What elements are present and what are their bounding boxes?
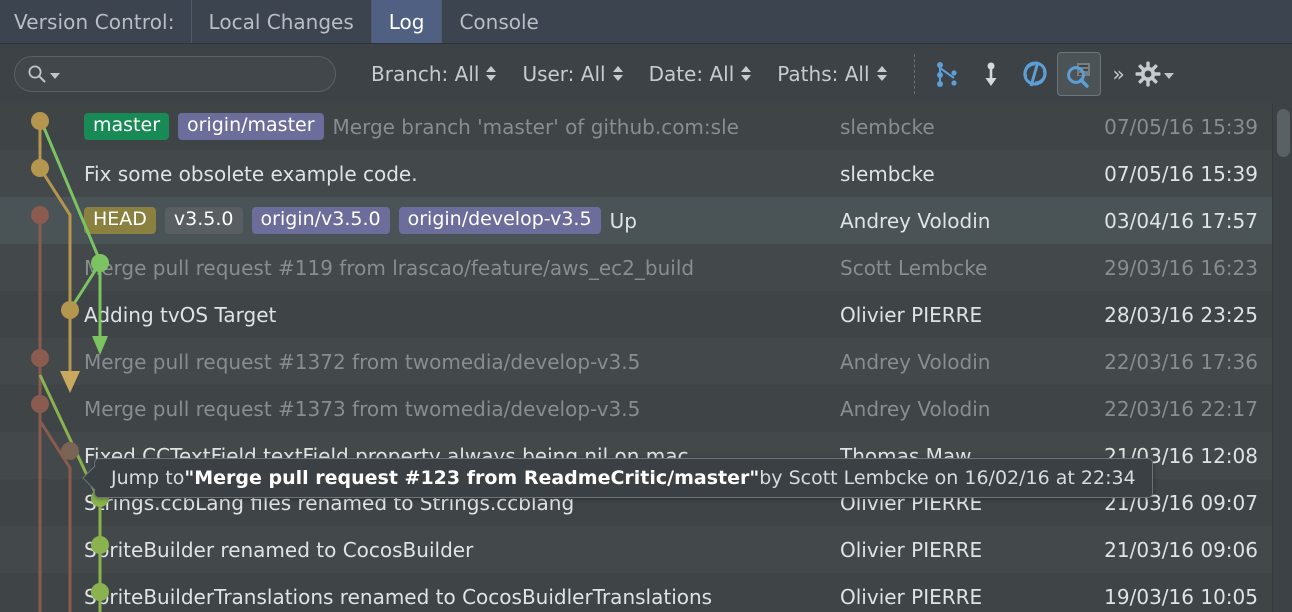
table-row[interactable]: SpriteBuilderTranslations renamed to Coc… bbox=[0, 573, 1292, 612]
tab-local-changes[interactable]: Local Changes bbox=[192, 0, 372, 43]
commit-date-cell: 21/03/16 09:06 bbox=[1104, 537, 1258, 562]
commit-author-cell: Olivier PIERRE bbox=[840, 537, 983, 562]
updown-arrows-icon[interactable] bbox=[486, 66, 497, 81]
commit-date-cell: 03/04/16 17:57 bbox=[1104, 208, 1258, 233]
filter-date-label: Date: All bbox=[648, 61, 735, 86]
tooltip-commit-subject: "Merge pull request #123 from ReadmeCrit… bbox=[184, 467, 760, 489]
filter-branch[interactable]: Branch: All bbox=[358, 62, 509, 86]
commit-list[interactable]: master origin/master Merge branch 'master'… bbox=[0, 103, 1292, 612]
updown-arrows-icon[interactable] bbox=[876, 66, 887, 81]
chevron-down-icon[interactable] bbox=[1163, 72, 1174, 79]
filter-paths[interactable]: Paths: All bbox=[764, 62, 899, 86]
ref-badge[interactable]: origin/master bbox=[178, 112, 324, 141]
search-icon[interactable] bbox=[27, 64, 60, 84]
filter-paths-label: Paths: All bbox=[777, 61, 870, 86]
gear-icon bbox=[1135, 61, 1161, 86]
table-row[interactable]: Merge pull request #1373 from twomedia/d… bbox=[0, 385, 1292, 432]
filter-user-label: User: All bbox=[522, 61, 606, 86]
commit-author-cell: Olivier PIERRE bbox=[840, 302, 983, 327]
updown-arrows-icon[interactable] bbox=[612, 66, 623, 81]
table-row[interactable]: Adding tvOS Target Olivier PIERRE 28/03/16… bbox=[0, 291, 1292, 338]
tool-window-title: Version Control: bbox=[0, 0, 192, 43]
commit-author-cell: Andrey Volodin bbox=[840, 208, 991, 233]
commit-subject-text: Merge pull request #1373 from twomedia/d… bbox=[84, 396, 641, 421]
table-row[interactable]: Fix some obsolete example code. slembcke 0… bbox=[0, 150, 1292, 197]
ref-badge[interactable]: v3.5.0 bbox=[164, 206, 243, 235]
toolbar-overflow-button[interactable]: » bbox=[1101, 62, 1135, 86]
commit-date-cell: 22/03/16 17:36 bbox=[1104, 349, 1258, 374]
scrollbar-thumb[interactable] bbox=[1277, 109, 1290, 157]
commit-subject-text: SpriteBuilderTranslations renamed to Coc… bbox=[84, 584, 713, 609]
tool-window-tabbar: Version Control: Local Changes Log Conso… bbox=[0, 0, 1292, 44]
down-arrow-glyph bbox=[985, 62, 997, 86]
ref-badge[interactable]: origin/v3.5.0 bbox=[251, 206, 390, 235]
inspect-details-glyph bbox=[1066, 62, 1090, 88]
commit-subject-text: Merge branch 'master' of github.com:sle bbox=[332, 114, 739, 139]
collapse-graph-icon[interactable] bbox=[925, 52, 969, 96]
table-row[interactable]: HEAD v3.5.0 origin/v3.5.0 origin/develop-v3… bbox=[0, 197, 1292, 244]
filter-branch-label: Branch: All bbox=[371, 61, 480, 86]
tab-console[interactable]: Console bbox=[442, 0, 555, 43]
commit-date-cell: 22/03/16 22:17 bbox=[1104, 396, 1258, 421]
commit-subject-cell: Adding tvOS Target bbox=[84, 303, 830, 327]
ref-badge[interactable]: HEAD bbox=[84, 206, 156, 235]
commit-subject-text: Adding tvOS Target bbox=[84, 302, 277, 327]
jump-to-commit-tooltip: Jump to "Merge pull request #123 from Re… bbox=[82, 458, 1153, 498]
tooltip-suffix: by Scott Lembcke on 16/02/16 at 22:34 bbox=[759, 467, 1136, 489]
commit-subject-cell: HEAD v3.5.0 origin/v3.5.0 origin/develop-v3… bbox=[84, 206, 830, 235]
ref-badge[interactable]: origin/develop-v3.5 bbox=[398, 206, 601, 235]
filter-date[interactable]: Date: All bbox=[636, 62, 765, 86]
commit-author-cell: Scott Lembcke bbox=[840, 255, 988, 280]
commit-author-cell: Andrey Volodin bbox=[840, 349, 991, 374]
show-details-icon[interactable] bbox=[1056, 51, 1101, 96]
tooltip-prefix: Jump to bbox=[111, 467, 185, 489]
table-row[interactable]: Merge pull request #1372 from twomedia/d… bbox=[0, 338, 1292, 385]
commit-author-cell: slembcke bbox=[840, 161, 935, 186]
tab-log[interactable]: Log bbox=[371, 0, 443, 43]
search-field[interactable] bbox=[14, 55, 336, 92]
chevron-down-icon[interactable] bbox=[50, 72, 60, 79]
table-row[interactable]: Merge pull request #119 from lrascao/fea… bbox=[0, 244, 1292, 291]
vertical-scrollbar[interactable] bbox=[1272, 103, 1292, 612]
commit-subject-cell: master origin/master Merge branch 'master'… bbox=[84, 112, 830, 141]
refresh-icon[interactable] bbox=[1013, 52, 1057, 96]
version-control-window: Version Control: Local Changes Log Conso… bbox=[0, 0, 1292, 612]
updown-arrows-icon[interactable] bbox=[741, 66, 752, 81]
commit-date-cell: 29/03/16 16:23 bbox=[1104, 255, 1258, 280]
table-row[interactable]: SpriteBuilder renamed to CocosBuilder Oli… bbox=[0, 526, 1292, 573]
search-input[interactable] bbox=[60, 63, 335, 84]
table-row[interactable]: master origin/master Merge branch 'master'… bbox=[0, 103, 1292, 150]
filter-group: Branch: All User: All Date: All Paths: A… bbox=[358, 62, 900, 86]
commit-date-cell: 07/05/16 15:39 bbox=[1104, 114, 1258, 139]
commit-subject-cell: Merge pull request #119 from lrascao/fea… bbox=[84, 256, 830, 280]
settings-button[interactable] bbox=[1135, 61, 1184, 87]
commit-date-cell: 28/03/16 23:25 bbox=[1104, 302, 1258, 327]
commit-subject-text: Up bbox=[609, 208, 637, 233]
commit-subject-text: Merge pull request #119 from lrascao/fea… bbox=[84, 255, 695, 280]
commit-date-cell: 07/05/16 15:39 bbox=[1104, 161, 1258, 186]
commit-log-panel[interactable]: master origin/master Merge branch 'master'… bbox=[0, 103, 1292, 612]
commit-subject-text: Fix some obsolete example code. bbox=[84, 161, 418, 186]
go-to-child-icon[interactable] bbox=[969, 52, 1013, 96]
commit-subject-cell: SpriteBuilderTranslations renamed to Coc… bbox=[84, 585, 830, 609]
commit-subject-cell: Merge pull request #1372 from twomedia/d… bbox=[84, 350, 830, 374]
log-toolbar: Branch: All User: All Date: All Paths: A… bbox=[0, 44, 1292, 103]
commit-author-cell: slembcke bbox=[840, 114, 935, 139]
commit-date-cell: 19/03/16 10:05 bbox=[1104, 584, 1258, 609]
commit-author-cell: Olivier PIERRE bbox=[840, 584, 983, 609]
magnifier-glyph bbox=[28, 65, 46, 82]
ref-badge[interactable]: master bbox=[84, 112, 170, 141]
refresh-glyph bbox=[1022, 61, 1047, 86]
commit-subject-cell: Fix some obsolete example code. bbox=[84, 162, 830, 186]
commit-subject-text: SpriteBuilder renamed to CocosBuilder bbox=[84, 537, 474, 562]
commit-author-cell: Andrey Volodin bbox=[840, 396, 991, 421]
commit-subject-cell: Merge pull request #1373 from twomedia/d… bbox=[84, 397, 830, 421]
toolbar-separator bbox=[913, 53, 915, 94]
commit-subject-cell: SpriteBuilder renamed to CocosBuilder bbox=[84, 538, 830, 562]
filter-user[interactable]: User: All bbox=[509, 62, 635, 86]
branch-graph-glyph bbox=[936, 61, 957, 87]
commit-subject-text: Merge pull request #1372 from twomedia/d… bbox=[84, 349, 641, 374]
